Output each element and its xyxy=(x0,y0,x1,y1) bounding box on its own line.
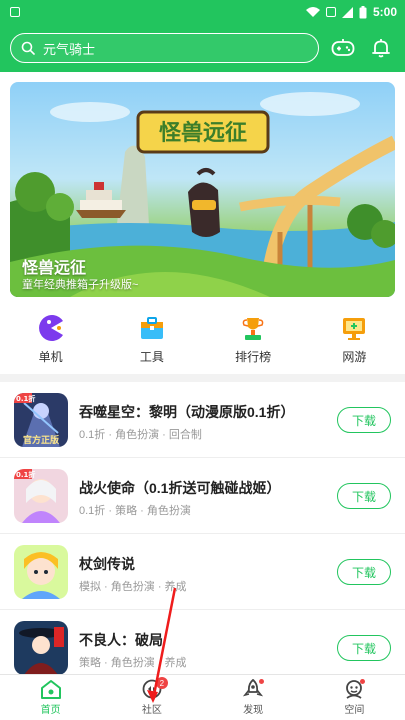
status-icons: 5:00 xyxy=(305,5,397,19)
bottom-navigation: 首页 2 社区 发现 空间 xyxy=(0,674,405,720)
nav-discover[interactable]: 发现 xyxy=(223,679,283,716)
download-button[interactable]: 下载 xyxy=(337,559,391,585)
trophy-icon xyxy=(242,317,264,340)
game-icon xyxy=(14,545,68,599)
download-button[interactable]: 下载 xyxy=(337,635,391,661)
sim-icon xyxy=(325,7,336,17)
battery-icon xyxy=(359,5,367,18)
game-title: 吞噬星空：黎明（动漫原版0.1折） xyxy=(79,404,295,420)
status-bar: 5:00 xyxy=(0,0,405,24)
game-icon xyxy=(14,621,68,674)
game-artwork: 0.1折 xyxy=(14,469,68,523)
category-online-games[interactable]: 网游 xyxy=(314,314,394,365)
bell-icon xyxy=(372,39,390,58)
banner-subtitle: 童年经典推箱子升级版~ xyxy=(22,279,139,291)
notification-icon xyxy=(10,7,20,17)
category-bar: 单机 工具 排行榜 网游 xyxy=(0,304,405,374)
nav-space[interactable]: 空间 xyxy=(324,679,384,716)
game-title: 杖剑传说 xyxy=(79,556,135,572)
game-icon: 0.1折 官方正版 xyxy=(14,393,68,447)
monitor-icon xyxy=(343,317,366,340)
nav-label: 发现 xyxy=(243,705,264,716)
nav-label: 空间 xyxy=(344,705,365,716)
category-label: 排行榜 xyxy=(235,349,272,364)
download-button[interactable]: 下载 xyxy=(337,407,391,433)
search-placeholder: 元气骑士 xyxy=(43,41,96,57)
category-single-player[interactable]: 单机 xyxy=(11,314,91,365)
banner-section: 怪兽远征 怪兽远征 童年经典推箱子升级版~ xyxy=(0,72,405,304)
game-row[interactable]: 0.1折 官方正版 吞噬星空：黎明（动漫原版0.1折） 0.1折 · 角色扮演 … xyxy=(0,382,405,458)
wifi-icon xyxy=(305,6,320,17)
category-tools[interactable]: 工具 xyxy=(112,314,192,365)
community-badge: 2 xyxy=(155,677,168,689)
nav-label: 社区 xyxy=(141,705,162,716)
category-label: 单机 xyxy=(38,349,63,364)
top-header: 元气骑士 xyxy=(0,24,405,72)
game-row[interactable]: 杖剑传说 模拟 · 角色扮演 · 养成 下载 xyxy=(0,534,405,610)
gamepad-button[interactable] xyxy=(329,34,357,62)
banner-title: 怪兽远征 xyxy=(22,260,87,277)
nav-home[interactable]: 首页 xyxy=(21,679,81,716)
game-icon: 0.1折 xyxy=(14,469,68,523)
clock: 5:00 xyxy=(372,5,397,19)
game-row[interactable]: 0.1折 战火使命（0.1折送可触碰战姬） 0.1折 · 策略 · 角色扮演 下… xyxy=(0,458,405,534)
game-artwork: 0.1折 官方正版 xyxy=(14,393,68,447)
notification-button[interactable] xyxy=(367,34,395,62)
game-icon-caption: 官方正版 xyxy=(23,434,59,446)
game-tags: 模拟 · 角色扮演 · 养成 xyxy=(79,581,187,593)
game-tags: 0.1折 · 策略 · 角色扮演 xyxy=(79,505,191,517)
game-row[interactable]: 不良人：破局 策略 · 角色扮演 · 养成 下载 xyxy=(0,610,405,674)
banner-logo-text: 怪兽远征 xyxy=(159,120,247,146)
toolbox-icon xyxy=(140,316,163,339)
game-title: 不良人：破局 xyxy=(79,632,163,648)
featured-banner[interactable]: 怪兽远征 怪兽远征 童年经典推箱子升级版~ xyxy=(10,82,395,297)
download-button[interactable]: 下载 xyxy=(337,483,391,509)
gamepad-icon xyxy=(331,39,355,56)
game-title: 战火使命（0.1折送可触碰战姬） xyxy=(79,480,281,496)
home-icon xyxy=(40,680,61,699)
category-label: 网游 xyxy=(342,349,367,364)
game-icon-badge: 0.1折 xyxy=(16,470,35,479)
nav-community[interactable]: 2 社区 xyxy=(122,677,182,716)
game-icon-badge: 0.1折 xyxy=(16,394,35,403)
game-artwork xyxy=(14,545,68,599)
signal-icon xyxy=(341,6,353,18)
search-bar[interactable]: 元气骑士 xyxy=(10,33,319,63)
game-artwork xyxy=(14,621,68,674)
category-label: 工具 xyxy=(139,349,164,364)
game-tags: 0.1折 · 角色扮演 · 回合制 xyxy=(79,429,202,441)
pacman-icon xyxy=(38,314,63,341)
nav-label: 首页 xyxy=(40,705,61,716)
category-rankings[interactable]: 排行榜 xyxy=(213,314,293,365)
game-list: 0.1折 官方正版 吞噬星空：黎明（动漫原版0.1折） 0.1折 · 角色扮演 … xyxy=(0,382,405,674)
game-tags: 策略 · 角色扮演 · 养成 xyxy=(79,657,187,669)
search-icon xyxy=(21,41,35,55)
